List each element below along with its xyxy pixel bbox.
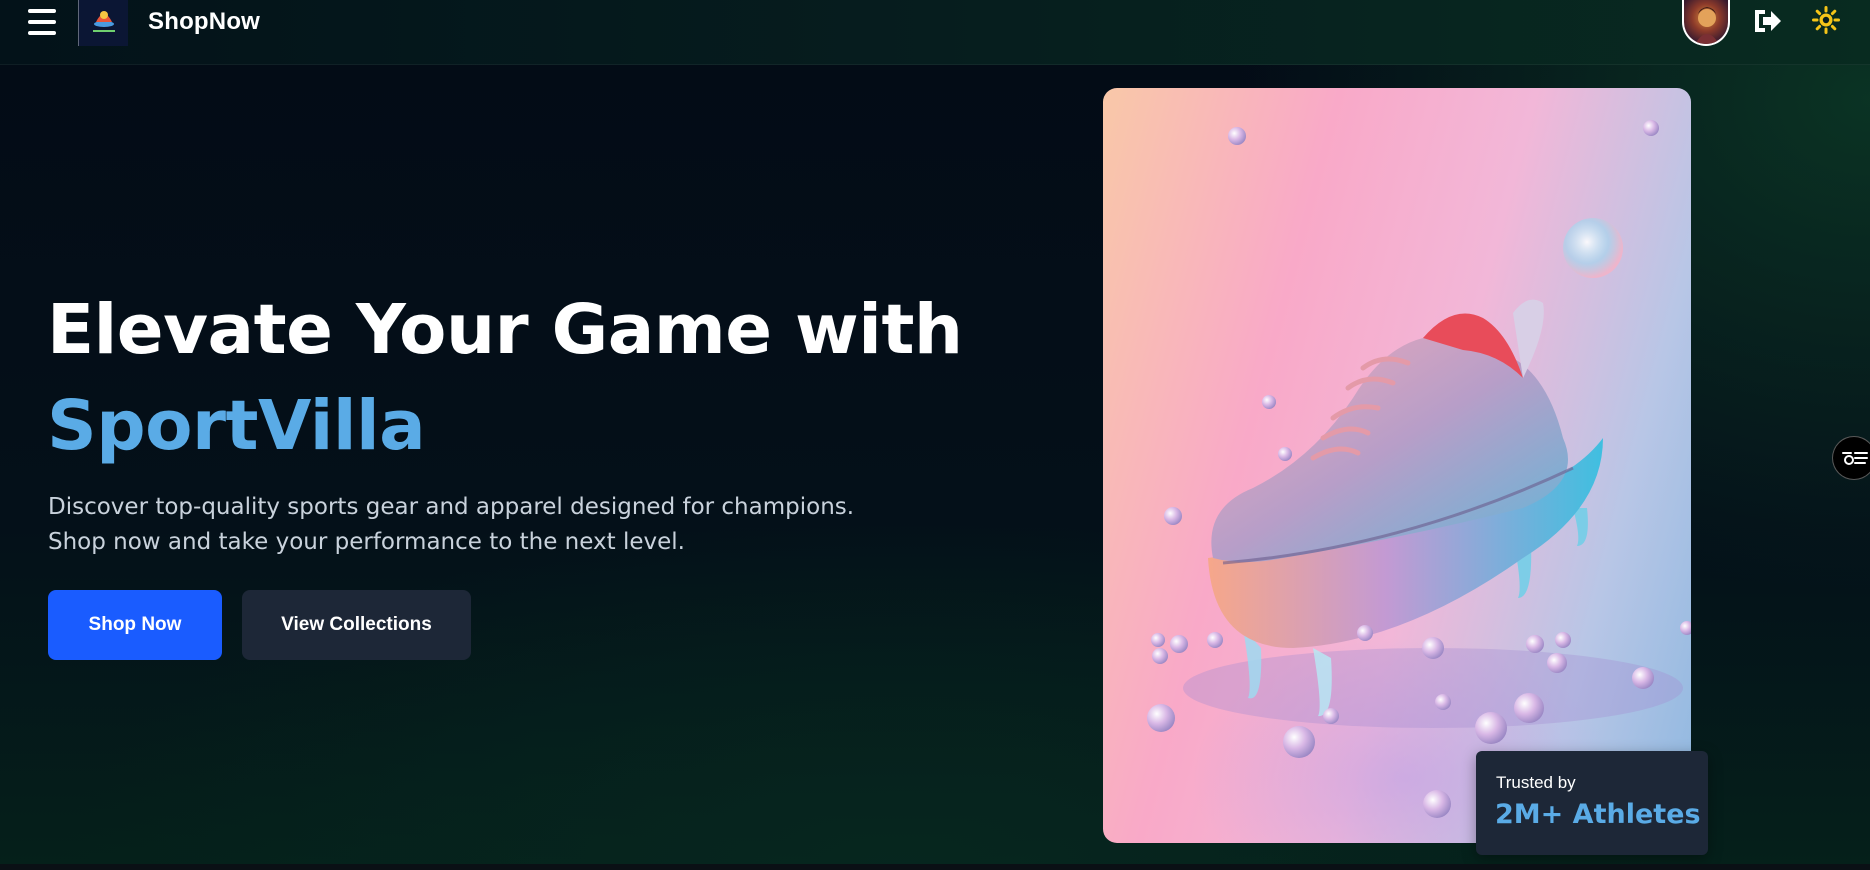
- trust-badge: Trusted by 2M+ Athletes: [1476, 751, 1708, 855]
- trust-value: 2M+ Athletes: [1495, 799, 1701, 830]
- view-collections-button[interactable]: View Collections: [242, 590, 471, 660]
- hero-description: Discover top-quality sports gear and app…: [48, 494, 855, 555]
- filter-toggle-icon[interactable]: [1832, 436, 1870, 480]
- brand-name[interactable]: ShopNow: [148, 8, 260, 36]
- sun-icon[interactable]: [1812, 6, 1840, 34]
- page: ShopNow Elevate Your Game with SportVill…: [0, 0, 1870, 870]
- top-navbar: ShopNow: [0, 0, 1870, 65]
- sneaker-product-image: [1103, 88, 1691, 843]
- shopnow-logo-icon[interactable]: [78, 0, 128, 46]
- shop-now-button[interactable]: Shop Now: [48, 590, 222, 660]
- hero-title-line: Elevate Your Game with: [47, 290, 963, 370]
- trust-label: Trusted by: [1496, 773, 1576, 792]
- hamburger-menu-icon[interactable]: [28, 9, 56, 35]
- bottom-edge: [0, 864, 1870, 870]
- user-avatar[interactable]: [1682, 0, 1730, 46]
- hero-title-highlight: SportVilla: [47, 386, 426, 466]
- hero-title: Elevate Your Game with SportVilla: [47, 282, 963, 474]
- logout-icon[interactable]: [1752, 6, 1782, 36]
